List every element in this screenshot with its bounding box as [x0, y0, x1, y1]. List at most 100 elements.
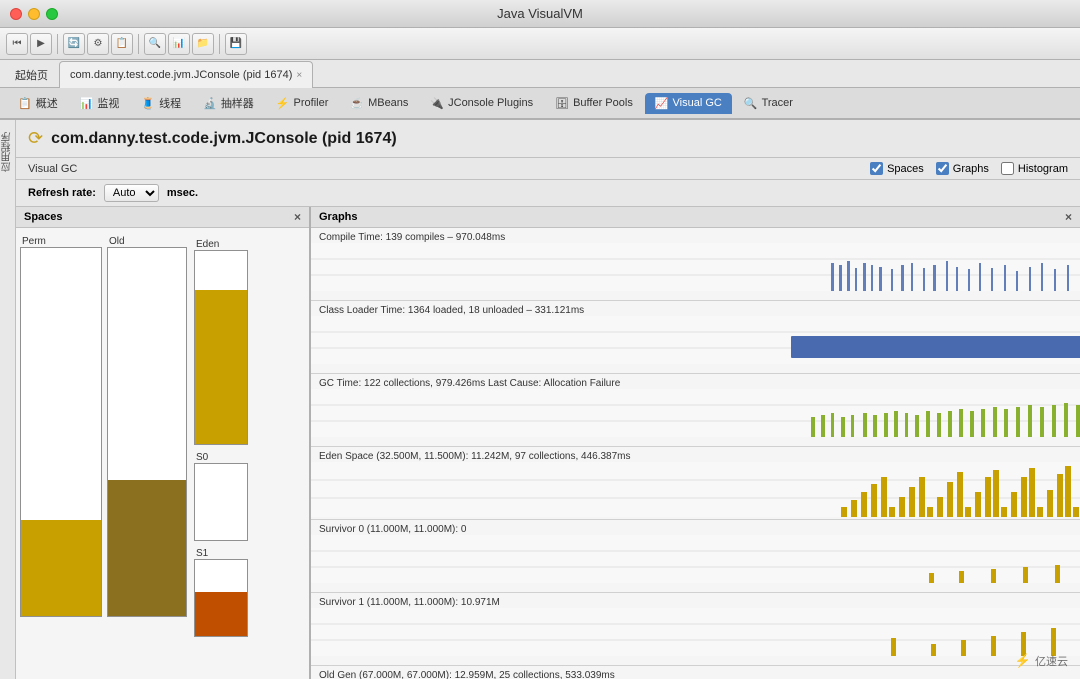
graph-class-canvas: [311, 316, 1080, 371]
checkbox-graphs[interactable]: Graphs: [936, 162, 989, 175]
spaces-label: Spaces: [887, 163, 924, 175]
graphs-panel: Graphs × Compile Time: 139 compiles – 97…: [311, 207, 1080, 679]
checkbox-histogram[interactable]: Histogram: [1001, 162, 1068, 175]
graphs-checkbox[interactable]: [936, 162, 949, 175]
close-button[interactable]: [10, 8, 22, 20]
toolbar-btn-8[interactable]: 📁: [192, 33, 214, 55]
toolbar-btn-1[interactable]: ⏮: [6, 33, 28, 55]
graph-compile-label: Compile Time: 139 compiles – 970.048ms: [311, 230, 1080, 243]
old-space: Old: [107, 236, 187, 617]
graphs-panel-header: Graphs ×: [311, 207, 1080, 228]
nav-tab-profiler-label: Profiler: [294, 97, 329, 109]
young-gen-group: Eden S0: [194, 236, 248, 637]
spaces-checkbox[interactable]: [870, 162, 883, 175]
graph-eden: Eden Space (32.500M, 11.500M): 11.242M, …: [311, 447, 1080, 520]
nav-tab-threads[interactable]: 🧵 线程: [131, 91, 191, 115]
spaces-close-button[interactable]: ×: [294, 210, 301, 224]
graphs-panel-title: Graphs: [319, 211, 358, 223]
tab-close-icon[interactable]: ×: [296, 70, 302, 81]
old-bar-fill: [108, 480, 186, 616]
graph-s0-canvas: [311, 535, 1080, 590]
s1-bar-container: [194, 559, 248, 637]
toolbar-btn-9[interactable]: 💾: [225, 33, 247, 55]
eden-space: Eden: [194, 236, 248, 445]
tab-start-label: 起始页: [15, 67, 48, 83]
visual-gc-icon: 📈: [655, 97, 669, 110]
nav-tab-jconsole-plugins[interactable]: 🔌 JConsole Plugins: [420, 93, 543, 114]
graph-eden-canvas: [311, 462, 1080, 517]
nav-tabs: 📋 概述 📊 监视 🧵 线程 🔬 抽样器 ⚡ Profiler ☕ MBeans…: [0, 88, 1080, 120]
mbeans-icon: ☕: [350, 97, 364, 110]
toolbar-btn-3[interactable]: 🔄: [63, 33, 85, 55]
graph-compile-svg: [311, 243, 1080, 291]
threads-icon: 🧵: [141, 97, 155, 110]
nav-tab-monitor[interactable]: 📊 监视: [70, 91, 130, 115]
s0-space: S0: [194, 449, 248, 541]
loading-icon: ⟳: [28, 128, 43, 149]
window-title: Java VisualVM: [497, 6, 583, 21]
panels-container: Spaces × Perm Old: [16, 207, 1080, 679]
watermark-icon: ⚡: [1015, 653, 1031, 669]
minimize-button[interactable]: [28, 8, 40, 20]
profiler-icon: ⚡: [276, 97, 290, 110]
nav-tab-profiler[interactable]: ⚡ Profiler: [266, 93, 339, 114]
nav-tab-mbeans[interactable]: ☕ MBeans: [340, 93, 418, 114]
perm-bar-fill: [21, 520, 101, 616]
graph-old-label: Old Gen (67.000M, 67.000M): 12.959M, 25 …: [311, 668, 1080, 679]
spaces-panel-title: Spaces: [24, 211, 63, 223]
perm-label: Perm: [20, 236, 46, 247]
checkbox-spaces[interactable]: Spaces: [870, 162, 924, 175]
title-bar: Java VisualVM: [0, 0, 1080, 28]
s0-label: S0: [194, 452, 208, 463]
graphs-container[interactable]: Compile Time: 139 compiles – 970.048ms: [311, 228, 1080, 679]
graph-survivor0: Survivor 0 (11.000M, 11.000M): 0: [311, 520, 1080, 593]
histogram-checkbox[interactable]: [1001, 162, 1014, 175]
graph-compile-canvas: [311, 243, 1080, 298]
nav-tab-buffer-pools[interactable]: 🗄 Buffer Pools: [545, 93, 643, 114]
visual-gc-header: Visual GC Spaces Graphs Histogram: [16, 158, 1080, 180]
graphs-close-button[interactable]: ×: [1065, 210, 1072, 224]
main-content: ⟳ com.danny.test.code.jvm.JConsole (pid …: [16, 120, 1080, 679]
watermark-text: 亿速云: [1035, 653, 1068, 669]
nav-tab-visual-gc-label: Visual GC: [673, 97, 722, 109]
app-title-bar: ⟳ com.danny.test.code.jvm.JConsole (pid …: [16, 120, 1080, 158]
refresh-select[interactable]: Auto 100 200 500 1000: [104, 184, 159, 202]
graph-gc-time: GC Time: 122 collections, 979.426ms Last…: [311, 374, 1080, 447]
nav-tab-monitor-label: 监视: [97, 95, 119, 111]
graph-class-loader: Class Loader Time: 1364 loaded, 18 unloa…: [311, 301, 1080, 374]
tab-jconsole[interactable]: com.danny.test.code.jvm.JConsole (pid 16…: [59, 61, 313, 88]
sidebar-label: 应用程序: [0, 132, 15, 172]
nav-tab-overview[interactable]: 📋 概述: [8, 91, 68, 115]
overview-icon: 📋: [18, 97, 32, 110]
app-title-text: com.danny.test.code.jvm.JConsole (pid 16…: [51, 130, 397, 148]
graph-s0-svg: [311, 535, 1080, 583]
toolbar-btn-4[interactable]: ⚙: [87, 33, 109, 55]
graph-gc-label: GC Time: 122 collections, 979.426ms Last…: [311, 376, 1080, 389]
s1-space: S1: [194, 545, 248, 637]
refresh-label: Refresh rate:: [28, 187, 96, 199]
s0-bar-container: [194, 463, 248, 541]
toolbar-btn-7[interactable]: 📊: [168, 33, 190, 55]
nav-tab-overview-label: 概述: [36, 95, 58, 111]
nav-tab-visual-gc[interactable]: 📈 Visual GC: [645, 93, 732, 114]
nav-tab-tracer-label: Tracer: [762, 97, 793, 109]
tab-start[interactable]: 起始页: [4, 61, 59, 88]
graph-eden-label: Eden Space (32.500M, 11.500M): 11.242M, …: [311, 449, 1080, 462]
toolbar-btn-5[interactable]: 📋: [111, 33, 133, 55]
old-label: Old: [107, 236, 125, 247]
maximize-button[interactable]: [46, 8, 58, 20]
graph-gc-svg: [311, 389, 1080, 437]
watermark: ⚡ 亿速云: [1015, 653, 1068, 669]
nav-tab-jconsole-label: JConsole Plugins: [448, 97, 533, 109]
spaces-panel-header: Spaces ×: [16, 207, 309, 228]
checkboxes: Spaces Graphs Histogram: [870, 162, 1068, 175]
perm-space: Perm: [20, 236, 102, 617]
nav-tab-tracer[interactable]: 🔍 Tracer: [734, 93, 803, 114]
sampler-icon: 🔬: [203, 97, 217, 110]
graph-s1-canvas: [311, 608, 1080, 663]
graph-s1-svg: [311, 608, 1080, 656]
nav-tab-sampler[interactable]: 🔬 抽样器: [193, 91, 264, 115]
toolbar-btn-6[interactable]: 🔍: [144, 33, 166, 55]
graph-s0-label: Survivor 0 (11.000M, 11.000M): 0: [311, 522, 1080, 535]
toolbar-btn-2[interactable]: ▶: [30, 33, 52, 55]
